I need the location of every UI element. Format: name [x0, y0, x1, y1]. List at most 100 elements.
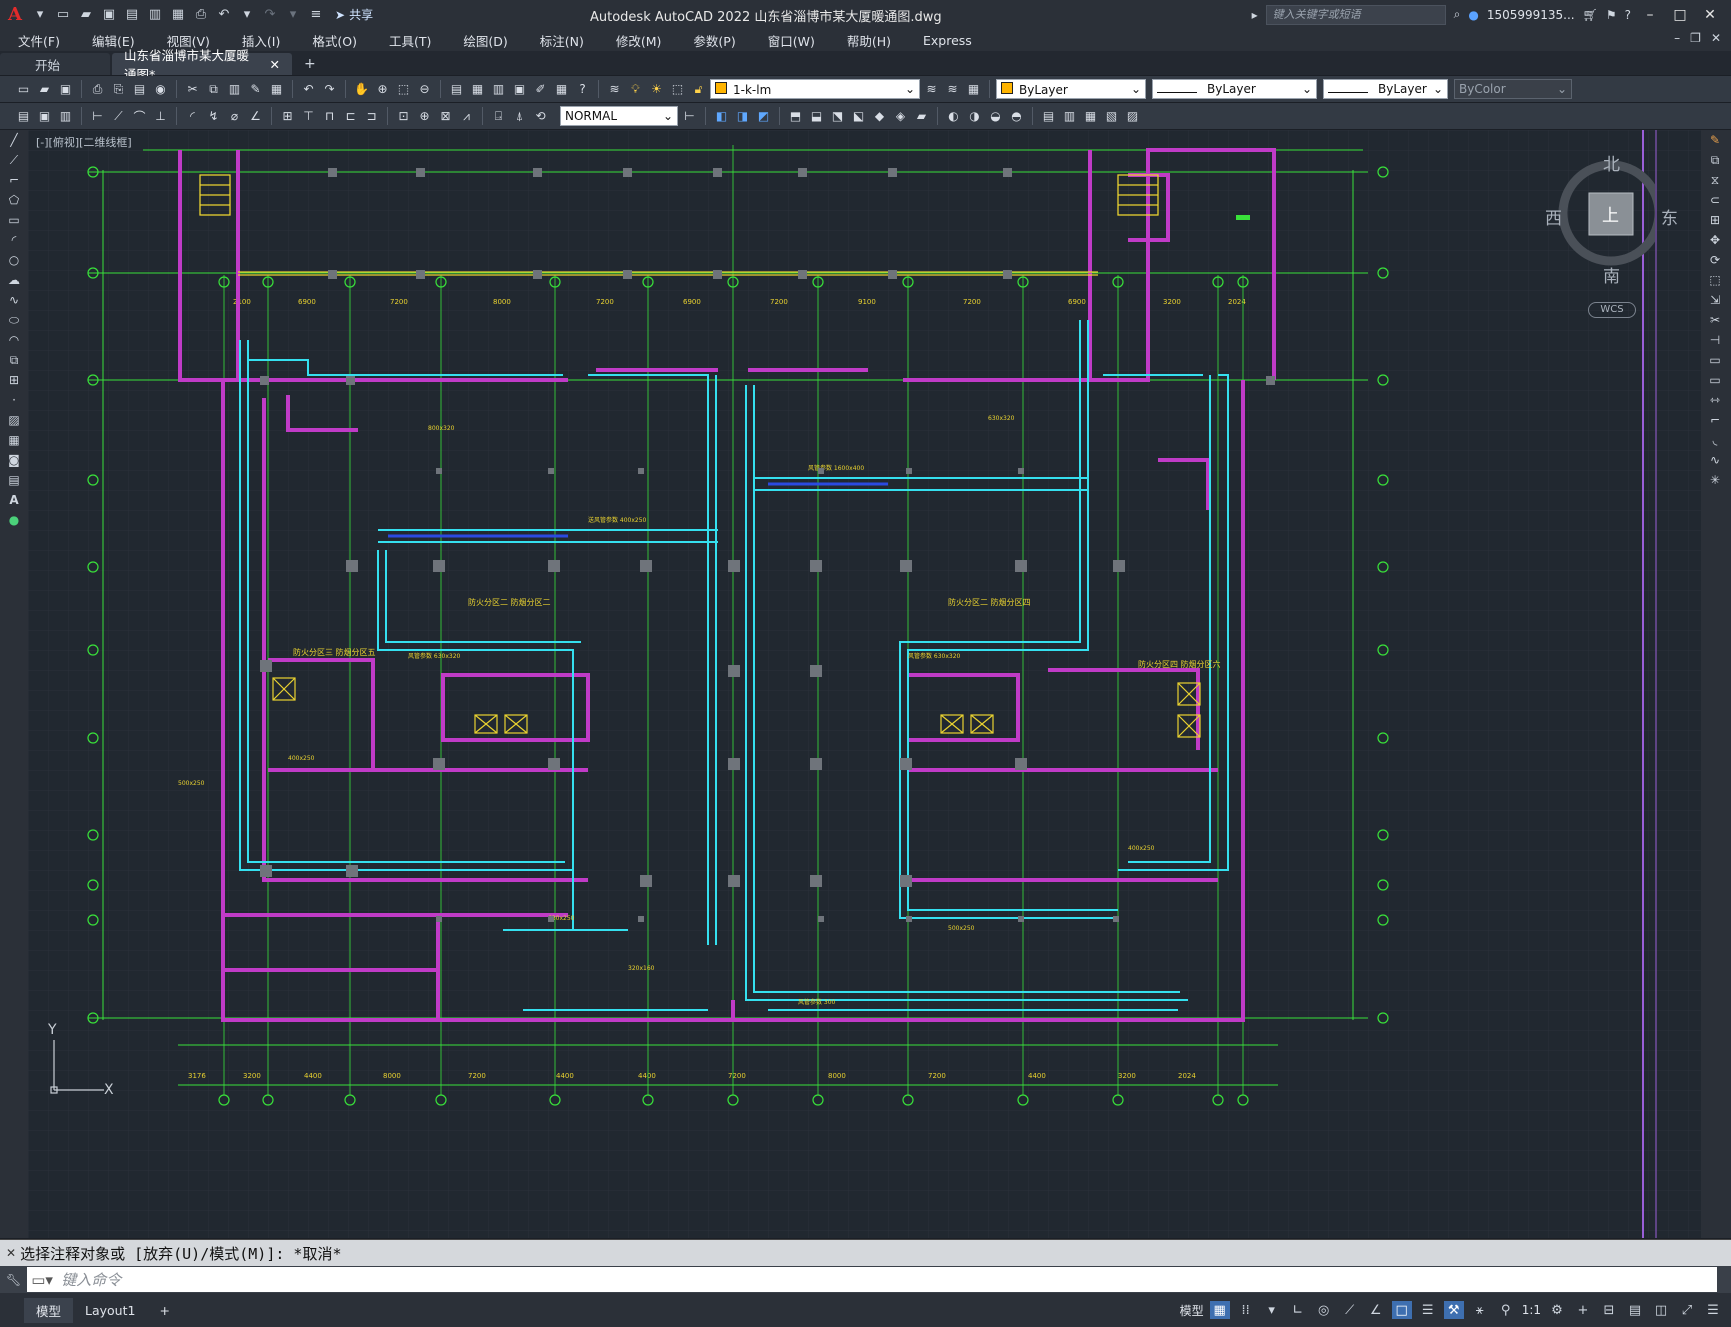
menu-help[interactable]: 帮助(H)	[829, 31, 905, 50]
command-recent-icon[interactable]: ▭▾	[31, 1271, 53, 1289]
customize-icon[interactable]: 🔧︎	[6, 1273, 21, 1287]
design-center-icon[interactable]: ▦	[468, 80, 487, 99]
dim-angular-icon[interactable]: ∠	[246, 107, 265, 126]
fullscreen-icon[interactable]: ⤢	[1677, 1301, 1697, 1319]
transparency-icon[interactable]: ⚒	[1443, 1301, 1464, 1319]
preview-icon[interactable]: ⎘	[109, 80, 128, 99]
move-icon[interactable]: ✥	[1701, 230, 1729, 250]
break-icon[interactable]: ▭	[1701, 370, 1729, 390]
osnap-icon[interactable]: □	[1391, 1301, 1412, 1319]
layer-freeze-icon[interactable]: ☀	[647, 80, 666, 99]
menu-window[interactable]: 窗口(W)	[750, 31, 829, 50]
annotation-scale-value[interactable]: 1:1	[1522, 1303, 1541, 1317]
lineweight-icon[interactable]: ☰	[1418, 1301, 1438, 1319]
tab-layout1[interactable]: Layout1	[73, 1300, 147, 1321]
zoom-realtime-icon[interactable]: ⊕	[373, 80, 392, 99]
doc-close-icon[interactable]: ✕	[1711, 31, 1721, 45]
layer-lock-icon[interactable]: 🔓︎	[689, 80, 708, 99]
menu-file[interactable]: 文件(F)	[0, 31, 74, 50]
markup-icon[interactable]: ✐	[531, 80, 550, 99]
properties-icon[interactable]: ▤	[447, 80, 466, 99]
blend-icon[interactable]: ∿	[1701, 450, 1729, 470]
polar-icon[interactable]: ◎	[1314, 1301, 1334, 1319]
command-input[interactable]: ▭▾ 键入命令	[27, 1267, 1718, 1292]
menu-dimension[interactable]: 标注(N)	[522, 31, 598, 50]
view-icon-3[interactable]: ◩	[754, 107, 773, 126]
ortho-icon[interactable]: ∟	[1288, 1301, 1308, 1319]
cart-icon[interactable]: 🛒︎	[1583, 8, 1598, 22]
menu-express[interactable]: Express	[905, 33, 986, 48]
mirror-icon[interactable]: ⧖	[1701, 170, 1729, 190]
compass-west[interactable]: 西	[1545, 204, 1562, 229]
inspect-icon[interactable]: ⊠	[436, 107, 455, 126]
rectangle-icon[interactable]: ▭	[0, 210, 28, 230]
close-button[interactable]: ✕	[1699, 7, 1721, 23]
user-icon[interactable]: ●	[1468, 8, 1478, 22]
dim-arc-icon[interactable]: ⌒	[130, 107, 149, 126]
compass-south[interactable]: 南	[1603, 262, 1620, 287]
pan-icon[interactable]: ✋	[352, 80, 371, 99]
hatch-icon[interactable]: ▨	[0, 410, 28, 430]
tool-palettes-icon[interactable]: ▥	[489, 80, 508, 99]
ucs-icon-3[interactable]: ⬔	[828, 107, 847, 126]
break-at-point-icon[interactable]: ▭	[1701, 350, 1729, 370]
dim-break-icon[interactable]: ⊐	[362, 107, 381, 126]
join-icon[interactable]: ⇿	[1701, 390, 1729, 410]
insert-block-icon[interactable]: ⧉	[0, 350, 28, 370]
plot-tb-icon[interactable]: ⎙	[88, 80, 107, 99]
web-open-icon[interactable]: ▥	[145, 5, 165, 25]
menu-draw[interactable]: 绘图(D)	[445, 31, 521, 50]
doc-restore-icon[interactable]: ❐	[1690, 31, 1701, 45]
tolerance-icon[interactable]: ⊡	[394, 107, 413, 126]
snap-dropdown-icon[interactable]: ▾	[1262, 1301, 1282, 1319]
publish-icon[interactable]: ▤	[130, 80, 149, 99]
color-dropdown[interactable]: ByLayer ⌄	[996, 79, 1146, 99]
ellipse-arc-icon[interactable]: ◠	[0, 330, 28, 350]
arc-icon[interactable]: ◜	[0, 230, 28, 250]
tab-close-icon[interactable]: ✕	[270, 57, 280, 72]
layout-icon-2[interactable]: ▥	[1060, 107, 1079, 126]
redo-icon[interactable]: ↷	[260, 5, 280, 25]
help-icon[interactable]: ?	[1625, 8, 1631, 22]
undo-icon[interactable]: ↶	[214, 5, 234, 25]
dim-continue-icon[interactable]: ⊓	[320, 107, 339, 126]
text-style-dropdown[interactable]: NORMAL ⌄	[560, 106, 678, 126]
quickcalc-icon[interactable]: ▦	[552, 80, 571, 99]
search-icon[interactable]: ⌕	[1454, 7, 1461, 22]
close-command-icon[interactable]: ✕	[6, 1246, 16, 1260]
layer-vp-icon[interactable]: ⬚	[668, 80, 687, 99]
dim-update2-icon[interactable]: ⟲	[531, 107, 550, 126]
dim-radius-icon[interactable]: ◜	[183, 107, 202, 126]
redo-tb-icon[interactable]: ↷	[320, 80, 339, 99]
dim-style-icon[interactable]: ▤	[14, 107, 33, 126]
annotation-scale-icon[interactable]: ⚲	[1496, 1301, 1516, 1319]
save-tb-icon[interactable]: ▣	[56, 80, 75, 99]
save-icon[interactable]: ▣	[99, 5, 119, 25]
annotation-monitor-icon[interactable]: +	[1573, 1301, 1593, 1319]
layer-previous-icon[interactable]: ≋	[943, 80, 962, 99]
matchprop-icon[interactable]: ✎	[246, 80, 265, 99]
layer-iso-icon[interactable]: ▦	[964, 80, 983, 99]
customize-status-icon[interactable]: ☰	[1703, 1301, 1723, 1319]
linetype-dropdown[interactable]: ByLayer ⌄	[1152, 79, 1317, 99]
model-space-button[interactable]: 模型	[1180, 1302, 1204, 1319]
plotstyle-dropdown[interactable]: ByColor ⌄	[1454, 79, 1572, 99]
table-icon[interactable]: ▤	[0, 470, 28, 490]
layout-icon-3[interactable]: ▦	[1081, 107, 1100, 126]
dim-style-manager-icon[interactable]: ⊢	[680, 107, 699, 126]
zoom-previous-icon[interactable]: ⊖	[415, 80, 434, 99]
gradient-icon[interactable]: ▦	[0, 430, 28, 450]
rotate-icon[interactable]: ⟳	[1701, 250, 1729, 270]
3dprint-icon[interactable]: ◉	[151, 80, 170, 99]
copy-icon[interactable]: ⧉	[204, 80, 223, 99]
quick-properties-icon[interactable]: ▤	[1625, 1301, 1645, 1319]
dim-tedit-icon[interactable]: ⍋	[510, 107, 529, 126]
web-save-icon[interactable]: ▦	[168, 5, 188, 25]
autodesk-a360-icon[interactable]: ⚑	[1606, 8, 1617, 22]
grid-icon[interactable]: ▦	[1209, 1301, 1230, 1319]
snap-icon[interactable]: ⁞⁞	[1236, 1301, 1256, 1319]
tab-start[interactable]: 开始	[0, 53, 110, 75]
add-layout-button[interactable]: +	[147, 1300, 181, 1321]
dim-space-icon[interactable]: ⊏	[341, 107, 360, 126]
drawing-viewport[interactable]: 2100 6900 7200 8000 7200 6900 7200 9100 …	[28, 130, 1701, 1238]
